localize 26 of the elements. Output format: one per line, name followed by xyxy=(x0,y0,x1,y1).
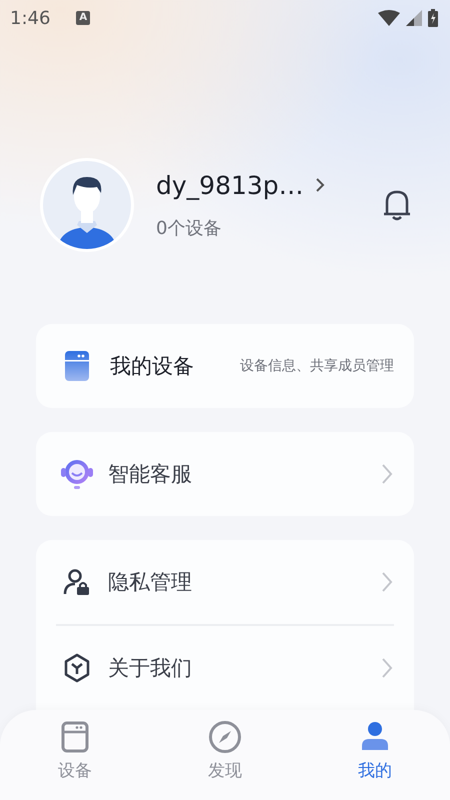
menu-row[interactable]: 关于我们 xyxy=(36,626,414,710)
menu-row[interactable]: 智能客服 xyxy=(36,432,414,516)
battery-icon xyxy=(428,9,438,27)
chevron-right-icon xyxy=(380,571,394,593)
notification-icon: A xyxy=(76,11,90,25)
menu-row[interactable]: 隐私管理 xyxy=(36,540,414,624)
chevron-right-icon[interactable] xyxy=(314,177,326,193)
row-title: 关于我们 xyxy=(108,655,193,682)
chevron-right-icon xyxy=(380,463,394,485)
menu-row[interactable]: 我的设备 设备信息、共享成员管理 xyxy=(36,324,414,408)
device-icon xyxy=(60,720,90,754)
row-title: 智能客服 xyxy=(108,461,193,488)
user-name[interactable]: dy_9813p… xyxy=(156,170,304,200)
compass-icon xyxy=(208,720,242,754)
chevron-right-icon xyxy=(380,657,394,679)
bell-icon[interactable] xyxy=(382,188,412,222)
status-time: 1:46 xyxy=(10,8,50,28)
wifi-icon xyxy=(378,10,400,26)
headset-icon xyxy=(60,457,94,491)
row-title: 我的设备 xyxy=(110,353,194,380)
row-title: 隐私管理 xyxy=(108,569,193,596)
signal-icon xyxy=(406,10,422,26)
device-count: 0个设备 xyxy=(156,216,222,240)
row-subtitle: 设备信息、共享成员管理 xyxy=(240,357,394,375)
nav-tab[interactable]: 我的 xyxy=(300,710,450,800)
avatar[interactable] xyxy=(39,157,135,253)
